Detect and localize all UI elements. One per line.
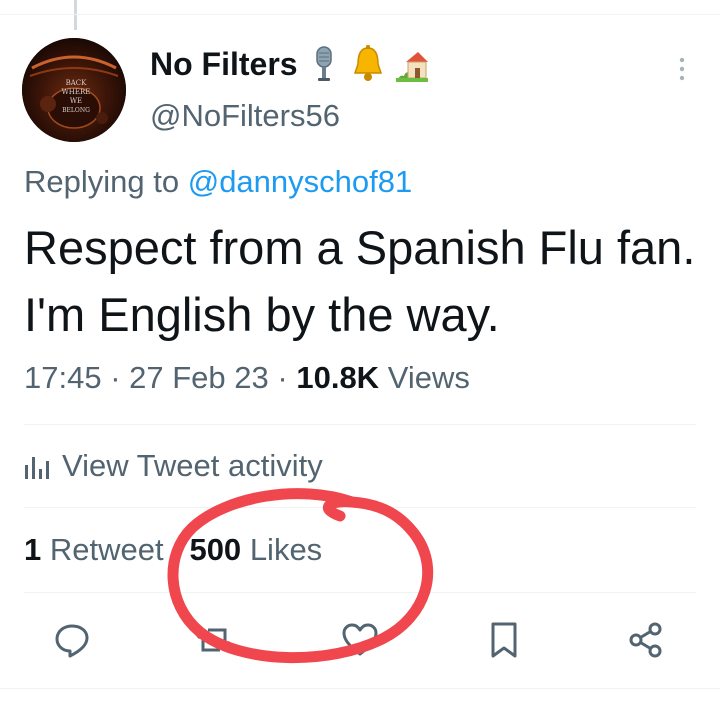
- tweet-action-bar: [0, 612, 720, 668]
- tweet-text: Respect from a Spanish Flu fan. I'm Engl…: [24, 221, 696, 341]
- tweet-detail-page: BACK WHERE WE BELONG No Filters @NoFilte…: [0, 0, 720, 704]
- retweets-stat[interactable]: 1 Retweet: [24, 532, 164, 567]
- more-options-icon[interactable]: [670, 54, 694, 84]
- replying-prefix: Replying to: [24, 164, 180, 199]
- avatar[interactable]: BACK WHERE WE BELONG: [22, 38, 126, 142]
- likes-stat[interactable]: 500 Likes: [189, 532, 322, 567]
- divider: [24, 592, 696, 593]
- like-icon[interactable]: [340, 620, 380, 660]
- svg-text:BELONG: BELONG: [62, 107, 90, 114]
- retweet-icon[interactable]: [194, 620, 234, 660]
- house-with-garden-emoji: [395, 52, 428, 82]
- retweets-label: Retweet: [49, 532, 164, 567]
- svg-text:BACK: BACK: [66, 79, 88, 87]
- likes-label: Likes: [249, 532, 323, 567]
- display-name[interactable]: No Filters: [150, 46, 298, 83]
- analytics-bars-icon: [25, 457, 49, 479]
- replying-mention-link[interactable]: @dannyschof81: [188, 164, 413, 199]
- likes-count: 500: [189, 532, 242, 567]
- svg-text:WE: WE: [70, 97, 82, 105]
- meta-separator: ·: [277, 360, 288, 395]
- bell-emoji: [353, 45, 382, 81]
- top-divider: [0, 14, 720, 15]
- share-icon[interactable]: [626, 620, 666, 660]
- view-tweet-activity-button[interactable]: View Tweet activity: [24, 448, 323, 484]
- meta-separator: ·: [110, 360, 121, 395]
- views-count: 10.8K: [296, 360, 380, 395]
- tweet-meta: 17:45 · 27 Feb 23 · 10.8K Views: [24, 360, 470, 396]
- author-handle[interactable]: @NoFilters56: [150, 98, 340, 134]
- tweet-time[interactable]: 17:45: [24, 360, 102, 395]
- tweet-stats: 1 Retweet 500 Likes: [24, 532, 322, 568]
- reply-icon[interactable]: [52, 620, 92, 660]
- divider: [24, 424, 696, 425]
- view-tweet-activity-label: View Tweet activity: [62, 448, 323, 483]
- bookmark-icon[interactable]: [484, 620, 524, 660]
- replying-to: Replying to @dannyschof81: [24, 164, 412, 200]
- divider: [24, 507, 696, 508]
- microphone-emoji: [315, 46, 332, 81]
- thread-connector-line: [74, 0, 77, 30]
- svg-text:WHERE: WHERE: [62, 88, 91, 96]
- avatar-image: BACK WHERE WE BELONG: [22, 38, 126, 142]
- views-label: Views: [387, 360, 470, 395]
- tweet-date[interactable]: 27 Feb 23: [129, 360, 269, 395]
- bottom-divider: [0, 688, 720, 689]
- retweets-count: 1: [24, 532, 42, 567]
- author-name-row[interactable]: No Filters: [150, 44, 430, 84]
